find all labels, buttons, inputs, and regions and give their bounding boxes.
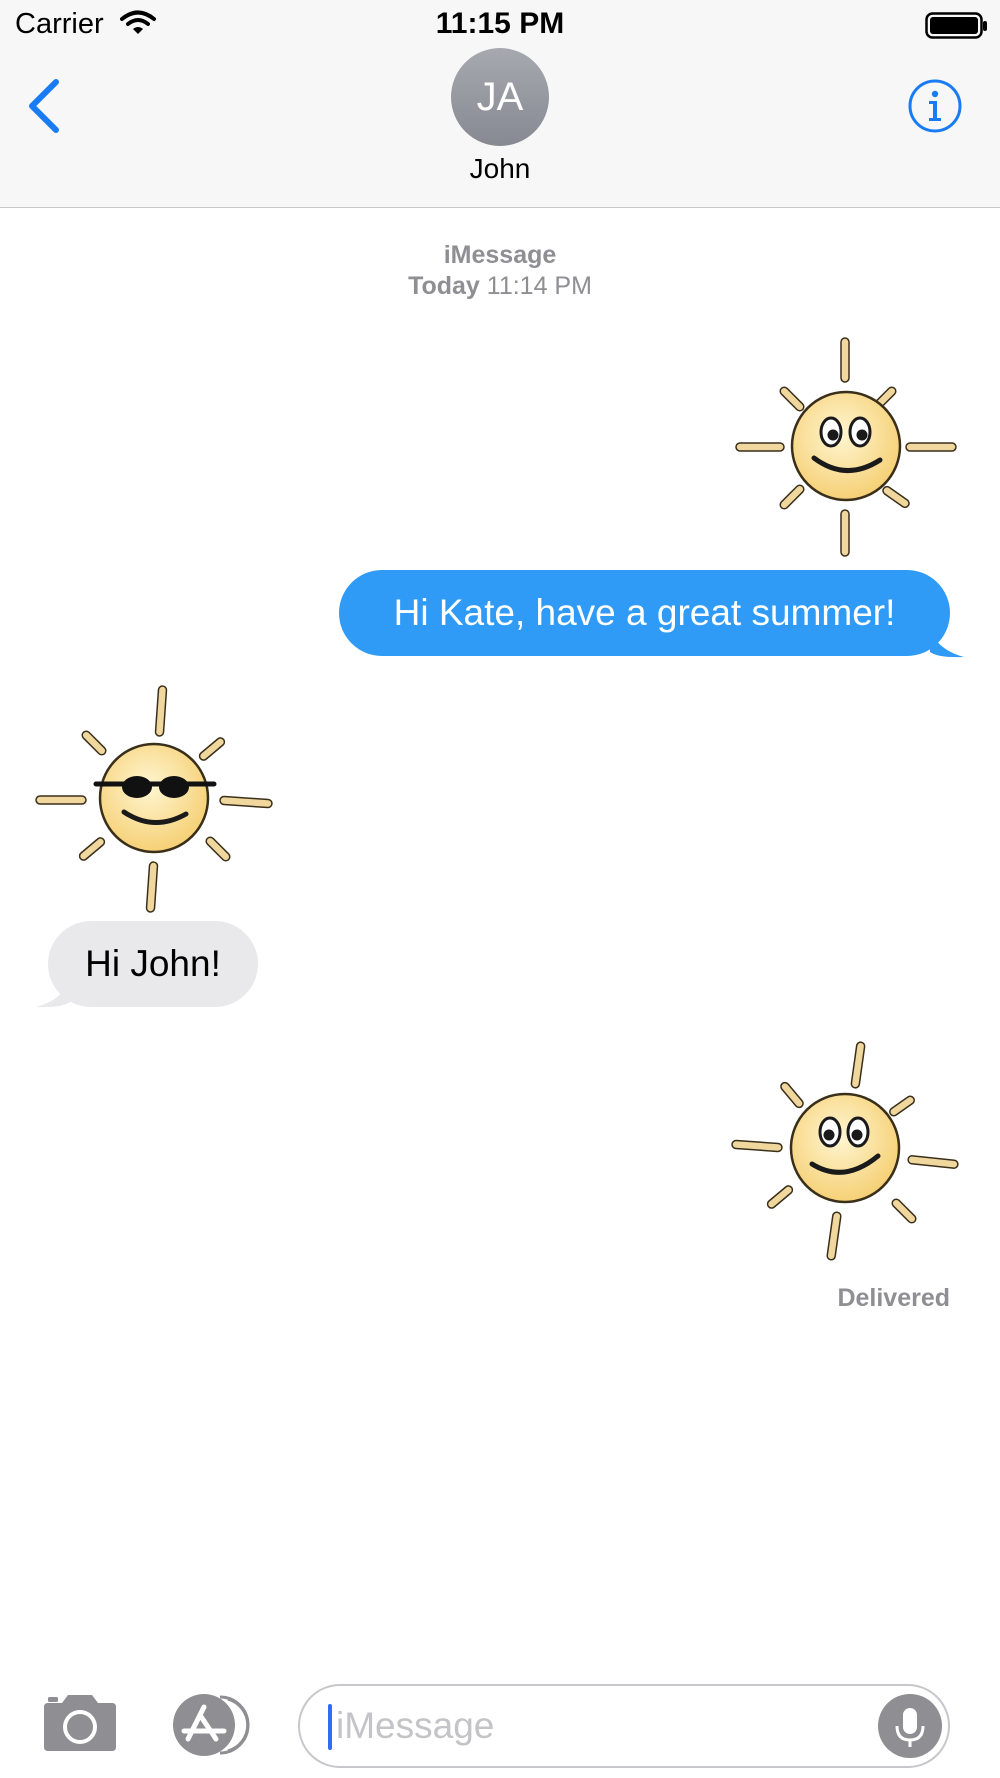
status-bar: Carrier 11:15 PM	[0, 0, 1000, 50]
contact-avatar[interactable]: JA	[451, 48, 549, 146]
incoming-message-bubble[interactable]: Hi John!	[48, 921, 258, 1007]
smiling-sun-sticker[interactable]	[728, 1040, 964, 1264]
delivery-status: Delivered	[837, 1284, 950, 1312]
smiling-sun-sticker[interactable]	[728, 336, 964, 560]
service-label: iMessage	[443, 241, 557, 269]
contact-name[interactable]: John	[0, 153, 1000, 185]
info-icon[interactable]	[907, 78, 963, 134]
text-cursor	[328, 1704, 332, 1750]
outgoing-message-bubble[interactable]: Hi Kate, have a great summer!	[339, 570, 950, 656]
conversation-timestamp: Today 11:14 PM	[0, 272, 1000, 301]
camera-icon[interactable]	[40, 1693, 120, 1753]
battery-icon	[925, 12, 987, 39]
app-store-icon[interactable]	[170, 1693, 256, 1757]
outgoing-bubble-tail	[930, 630, 964, 658]
microphone-button[interactable]	[878, 1694, 942, 1758]
microphone-icon	[895, 1708, 925, 1747]
status-time: 11:15 PM	[435, 7, 565, 40]
message-input[interactable]	[336, 1700, 836, 1752]
message-compose-field[interactable]	[298, 1684, 950, 1768]
timestamp-day: Today	[408, 272, 480, 300]
sun-with-sunglasses-sticker[interactable]	[34, 684, 274, 916]
timestamp-time: 11:14 PM	[486, 272, 592, 300]
navigation-bar: Carrier 11:15 PM JA John	[0, 0, 1000, 208]
back-chevron-icon[interactable]	[26, 78, 62, 134]
incoming-bubble-tail	[36, 980, 70, 1008]
